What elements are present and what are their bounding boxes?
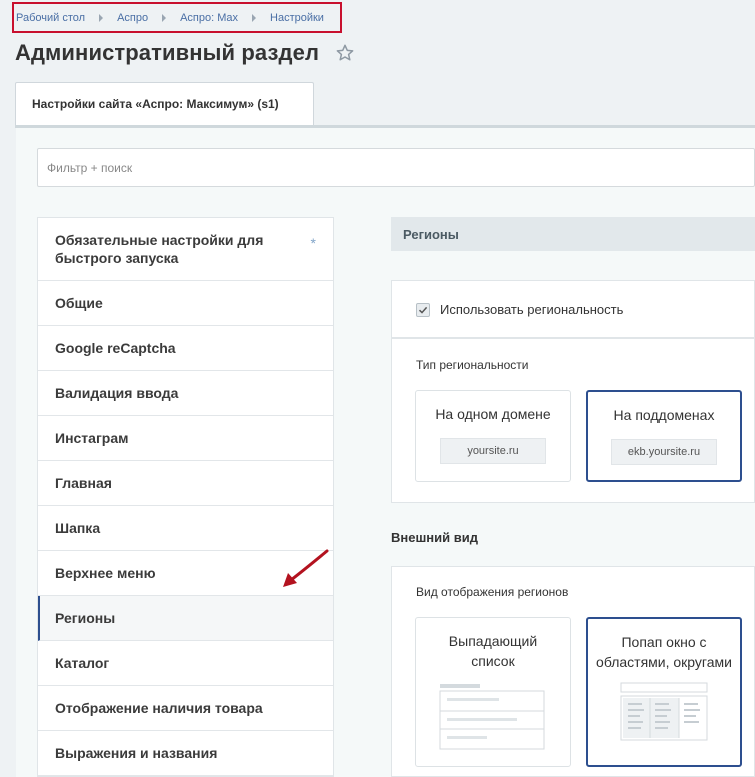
page-title: Административный раздел <box>15 40 320 65</box>
filter-search-input[interactable]: Фильтр + поиск <box>37 148 755 187</box>
display-option-popup[interactable]: Попап окно с областями, округами <box>586 617 742 767</box>
check-icon <box>418 306 428 314</box>
tab-site-settings[interactable]: Настройки сайта «Аспро: Максимум» (s1) <box>15 82 314 125</box>
star-icon[interactable] <box>335 43 355 63</box>
breadcrumb-chevron-icon <box>162 13 167 22</box>
use-regionality-checkbox-row[interactable]: Использовать региональность <box>416 302 623 317</box>
annotation-arrow-icon <box>283 549 329 587</box>
menu-item-general[interactable]: Общие <box>38 281 333 326</box>
breadcrumb-item-desktop[interactable]: Рабочий стол <box>16 12 85 24</box>
required-asterisk-icon: * <box>310 235 316 251</box>
menu-item-stock-display[interactable]: Отображение наличия товара <box>38 686 333 731</box>
option-title: Выпадающий список <box>448 633 538 669</box>
option-url-preview: ekb.yoursite.ru <box>611 439 717 465</box>
option-title: На одном домене <box>435 406 551 422</box>
breadcrumb-chevron-icon <box>99 13 104 22</box>
menu-item-regions[interactable]: Регионы <box>38 596 333 641</box>
display-type-label: Вид отображения регионов <box>416 585 569 599</box>
menu-item-catalog[interactable]: Каталог <box>38 641 333 686</box>
option-title: Попап окно с областями, округами <box>596 634 732 670</box>
menu-item-instagram[interactable]: Инстаграм <box>38 416 333 461</box>
menu-item-quick-start[interactable]: Обязательные настройки для быстрого запу… <box>38 218 333 281</box>
menu-item-label: Обязательные настройки для быстрого запу… <box>55 232 264 266</box>
section-header-regions: Регионы <box>391 217 755 251</box>
settings-menu: Обязательные настройки для быстрого запу… <box>37 217 334 777</box>
breadcrumb-item-aspro[interactable]: Аспро <box>117 12 148 24</box>
option-url-preview: yoursite.ru <box>440 438 546 464</box>
dropdown-preview-icon <box>439 684 545 750</box>
use-regionality-label: Использовать региональность <box>440 302 624 317</box>
regionality-type-label: Тип региональности <box>416 358 529 372</box>
breadcrumb-item-aspro-max[interactable]: Аспро: Max <box>180 12 238 24</box>
breadcrumb-chevron-icon <box>252 13 257 22</box>
regionality-option-subdomains[interactable]: На поддоменах ekb.yoursite.ru <box>586 390 742 482</box>
menu-item-main[interactable]: Главная <box>38 461 333 506</box>
page-title-row: Административный раздел <box>15 40 355 66</box>
menu-item-recaptcha[interactable]: Google reCaptcha <box>38 326 333 371</box>
menu-item-phrases[interactable]: Выражения и названия <box>38 731 333 776</box>
section-title-appearance: Внешний вид <box>391 530 478 545</box>
display-option-dropdown[interactable]: Выпадающий список <box>415 617 571 767</box>
breadcrumb: Рабочий стол Аспро Аспро: Max Настройки <box>12 2 342 33</box>
option-title: На поддоменах <box>613 407 715 423</box>
regionality-option-one-domain[interactable]: На одном домене yoursite.ru <box>415 390 571 482</box>
menu-item-header[interactable]: Шапка <box>38 506 333 551</box>
breadcrumb-item-settings[interactable]: Настройки <box>270 12 324 24</box>
use-regionality-checkbox[interactable] <box>416 302 430 317</box>
menu-item-input-validation[interactable]: Валидация ввода <box>38 371 333 416</box>
popup-preview-icon <box>620 682 708 741</box>
